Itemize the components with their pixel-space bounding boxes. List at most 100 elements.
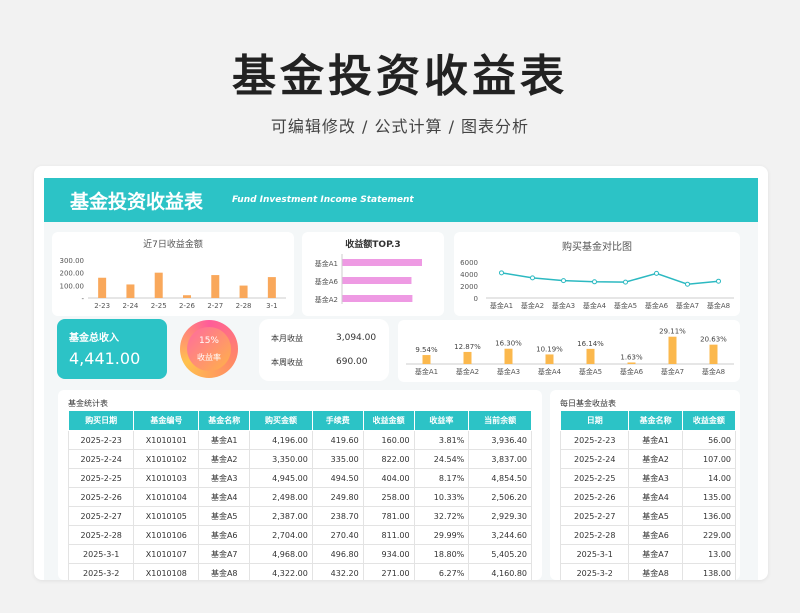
table-cell[interactable]: 136.00 [681,506,737,526]
table-cell[interactable]: 432.20 [311,563,364,580]
table-cell[interactable]: 8.17% [413,468,470,488]
table-cell[interactable]: 3,350.00 [249,449,313,469]
column-header[interactable]: 当前余额 [468,410,532,431]
table-cell[interactable]: 494.50 [311,468,364,488]
table-cell[interactable]: 271.00 [362,563,415,580]
table-cell[interactable]: 2025-2-27 [67,506,135,526]
table-cell[interactable]: 419.60 [311,430,364,450]
table-cell[interactable]: 3,244.60 [468,525,532,545]
table-cell[interactable]: 2,704.00 [249,525,313,545]
column-header[interactable]: 基金名称 [628,410,683,431]
table-cell[interactable]: 3.81% [413,430,470,450]
table-cell[interactable]: 238.70 [311,506,364,526]
table-cell[interactable]: 4,968.00 [249,544,313,564]
table-cell[interactable]: 基金A1 [628,430,683,450]
table-cell[interactable]: 2025-2-25 [67,468,135,488]
table-cell[interactable]: 404.00 [362,468,415,488]
table-cell[interactable]: X1010103 [133,468,200,488]
table-cell[interactable]: X1010101 [133,430,200,450]
table-cell[interactable]: X1010107 [133,544,200,564]
table-cell[interactable]: 56.00 [681,430,737,450]
table-cell[interactable]: 2025-3-1 [559,544,630,564]
column-header[interactable]: 基金名称 [198,410,251,431]
table-cell[interactable]: 14.00 [681,468,737,488]
table-cell[interactable]: 781.00 [362,506,415,526]
table-cell[interactable]: 229.00 [681,525,737,545]
table-cell[interactable]: 4,854.50 [468,468,532,488]
table-cell[interactable]: 10.33% [413,487,470,507]
column-header[interactable]: 购买日期 [67,410,135,431]
table-cell[interactable]: 160.00 [362,430,415,450]
table-cell[interactable]: 4,196.00 [249,430,313,450]
table-cell[interactable]: 基金A4 [198,487,251,507]
bar [422,355,431,364]
table-cell[interactable]: 基金A3 [628,468,683,488]
table-cell[interactable]: 3,837.00 [468,449,532,469]
table-cell[interactable]: 4,160.80 [468,563,532,580]
table-cell[interactable]: 934.00 [362,544,415,564]
table-cell[interactable]: 2025-2-24 [67,449,135,469]
column-header[interactable]: 购买金额 [249,410,313,431]
table-cell[interactable]: 基金A6 [198,525,251,545]
table-cell[interactable]: 135.00 [681,487,737,507]
table-cell[interactable]: 2,929.30 [468,506,532,526]
table-cell[interactable]: 2025-3-2 [67,563,135,580]
table-cell[interactable]: 270.40 [311,525,364,545]
table-cell[interactable]: 4,945.00 [249,468,313,488]
table-cell[interactable]: 822.00 [362,449,415,469]
column-header[interactable]: 收益金额 [681,410,737,431]
column-header[interactable]: 基金编号 [133,410,200,431]
table-cell[interactable]: 基金A2 [628,449,683,469]
table-cell[interactable]: 基金A7 [628,544,683,564]
table-cell[interactable]: 5,405.20 [468,544,532,564]
table-cell[interactable]: 基金A1 [198,430,251,450]
table-cell[interactable]: 24.54% [413,449,470,469]
table-cell[interactable]: X1010102 [133,449,200,469]
table-cell[interactable]: 2025-2-28 [67,525,135,545]
table-cell[interactable]: 2025-2-24 [559,449,630,469]
column-header[interactable]: 手续费 [311,410,364,431]
table-cell[interactable]: 2025-2-25 [559,468,630,488]
table-cell[interactable]: 2025-2-27 [559,506,630,526]
table-cell[interactable]: 基金A8 [198,563,251,580]
table-cell[interactable]: 2025-3-1 [67,544,135,564]
table-cell[interactable]: 18.80% [413,544,470,564]
table-cell[interactable]: X1010104 [133,487,200,507]
table-cell[interactable]: 249.80 [311,487,364,507]
table-cell[interactable]: 基金A3 [198,468,251,488]
table-cell[interactable]: 2,506.20 [468,487,532,507]
table-cell[interactable]: 3,936.40 [468,430,532,450]
table-cell[interactable]: 基金A5 [198,506,251,526]
column-header[interactable]: 日期 [559,410,630,431]
table-cell[interactable]: 基金A2 [198,449,251,469]
table-cell[interactable]: 2,387.00 [249,506,313,526]
column-header[interactable]: 收益金额 [362,410,415,431]
table-cell[interactable]: X1010108 [133,563,200,580]
table-cell[interactable]: 29.99% [413,525,470,545]
table-cell[interactable]: 107.00 [681,449,737,469]
table-cell[interactable]: 基金A8 [628,563,683,580]
table-cell[interactable]: 2025-2-26 [67,487,135,507]
table-cell[interactable]: 基金A6 [628,525,683,545]
table-cell[interactable]: 4,322.00 [249,563,313,580]
table-cell[interactable]: 6.27% [413,563,470,580]
table-cell[interactable]: 496.80 [311,544,364,564]
column-header[interactable]: 收益率 [413,410,470,431]
table-cell[interactable]: 258.00 [362,487,415,507]
table-cell[interactable]: 2025-2-28 [559,525,630,545]
table-cell[interactable]: 13.00 [681,544,737,564]
table-cell[interactable]: 基金A7 [198,544,251,564]
table-cell[interactable]: 138.00 [681,563,737,580]
table-cell[interactable]: 2,498.00 [249,487,313,507]
table-cell[interactable]: X1010105 [133,506,200,526]
table-cell[interactable]: 2025-2-23 [559,430,630,450]
table-cell[interactable]: 335.00 [311,449,364,469]
table-cell[interactable]: 基金A5 [628,506,683,526]
table-cell[interactable]: 2025-3-2 [559,563,630,580]
table-cell[interactable]: 2025-2-26 [559,487,630,507]
table-cell[interactable]: 2025-2-23 [67,430,135,450]
table-cell[interactable]: 基金A4 [628,487,683,507]
table-cell[interactable]: 32.72% [413,506,470,526]
table-cell[interactable]: 811.00 [362,525,415,545]
table-cell[interactable]: X1010106 [133,525,200,545]
